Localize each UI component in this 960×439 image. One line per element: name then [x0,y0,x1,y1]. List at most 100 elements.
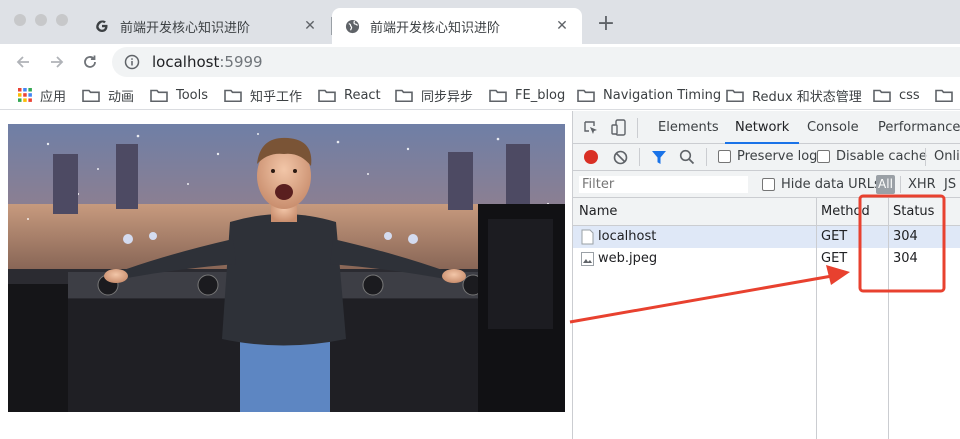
bookmark-folder[interactable]: React [318,86,381,104]
toolbar-divider [639,148,640,166]
throttling-select[interactable]: Onlin [934,149,960,164]
devtools-tabbar: Elements Network Console Performance [573,111,960,144]
bookmark-folder[interactable]: Navigation Timing [577,86,721,104]
folder-icon [82,88,100,103]
tab-performance[interactable]: Performance [878,111,960,144]
search-icon[interactable] [679,149,695,165]
window-zoom-dot[interactable] [56,14,68,26]
browser-tab-2[interactable]: 前端开发核心知识进阶 ✕ [332,8,582,44]
globe-icon [344,18,360,34]
request-name: localhost [598,229,657,244]
request-name: web.jpeg [598,251,658,266]
bookmark-folder[interactable]: 动画 [82,86,135,105]
filter-icon[interactable] [651,150,667,165]
page-content [0,111,572,439]
google-g-icon [94,18,110,34]
window-minimize-dot[interactable] [35,14,47,26]
tab-title: 前端开发核心知识进阶 [370,20,501,36]
toolbar-divider [706,148,707,166]
bookmark-label: 应用 [40,89,67,105]
tab-elements[interactable]: Elements [658,111,719,144]
bookmark-label: Navigation Timing [603,87,722,103]
devtools-panel: Elements Network Console Performance Pre… [572,111,960,439]
reload-button[interactable] [78,50,102,74]
bookmark-label: React [344,87,381,103]
toolbar-divider [900,176,901,193]
preserve-log-checkbox[interactable] [718,150,731,163]
filter-xhr-button[interactable]: XHR [908,177,936,192]
folder-icon [935,88,953,103]
column-method[interactable]: Method [821,198,870,226]
tab-console[interactable]: Console [807,111,859,144]
bookmark-folder[interactable]: 同步异步 [395,86,474,105]
browser-tab-1[interactable]: 前端开发核心知识进阶 ✕ [82,8,330,44]
network-toolbar: Preserve log Disable cache Onlin [573,144,960,171]
column-divider [888,198,889,439]
tab-close-button[interactable]: ✕ [554,18,570,34]
new-tab-button[interactable]: + [594,13,618,37]
request-method: GET [821,251,848,266]
tab-title: 前端开发核心知识进阶 [120,20,251,36]
request-status: 304 [893,229,918,244]
filter-input[interactable] [578,175,749,194]
bookmark-folder[interactable]: Redux 和状态管理 [726,86,862,105]
table-row[interactable]: localhost GET 304 [573,226,960,248]
folder-icon [224,88,242,103]
inspect-element-icon[interactable] [583,120,599,136]
browser-toolbar: localhost:5999 [0,44,960,80]
tab-close-button[interactable]: ✕ [302,18,318,34]
forward-button[interactable] [45,50,69,74]
image-file-icon [581,252,594,266]
bookmark-folder[interactable]: Tools [150,86,208,104]
column-divider [816,198,817,439]
folder-icon [395,88,413,103]
back-button[interactable] [11,50,35,74]
address-host: localhost [152,53,220,71]
bookmark-folder[interactable]: css [873,86,920,104]
tab-strip: 前端开发核心知识进阶 ✕ 前端开发核心知识进阶 ✕ + [0,0,960,44]
request-status: 304 [893,251,918,266]
network-table-header: Name Method Status [573,198,960,226]
hide-data-urls-label: Hide data URLs [781,177,881,192]
toolbar-divider [637,118,638,138]
reload-icon [84,55,96,68]
bookmark-label: FE_blog [515,87,566,103]
hide-data-urls-checkbox[interactable] [762,178,775,191]
bookmark-label: 动画 [108,89,135,105]
arrow-left-icon [16,56,29,68]
bookmark-folder[interactable] [935,86,960,104]
disable-cache-checkbox[interactable] [817,150,830,163]
bookmark-label: Tools [176,87,209,103]
table-row[interactable]: web.jpeg GET 304 [573,248,960,270]
folder-icon [726,88,744,103]
address-bar[interactable]: localhost:5999 [112,47,960,77]
tab-network[interactable]: Network [725,111,800,144]
info-icon[interactable] [124,54,140,70]
folder-icon [873,88,891,103]
record-icon[interactable] [584,150,598,164]
device-toolbar-icon[interactable] [611,119,627,137]
bookmark-apps[interactable]: 应用 [17,86,67,105]
window-close-dot[interactable] [14,14,26,26]
bookmark-label: css [899,87,920,103]
bookmark-label: 知乎工作 [250,89,303,105]
bookmark-label: Redux 和状态管理 [752,89,862,105]
apps-grid-icon [18,88,32,102]
request-method: GET [821,229,848,244]
preserve-log-label: Preserve log [737,149,818,164]
column-status[interactable]: Status [893,198,934,226]
network-filter-bar: Hide data URLs All XHR JS [573,171,960,198]
folder-icon [577,88,595,103]
folder-icon [318,88,336,103]
bookmark-folder[interactable]: 知乎工作 [224,86,303,105]
clear-icon[interactable] [613,150,628,165]
filter-js-button[interactable]: JS [944,177,956,192]
bookmarks-bar: 应用 动画 Tools 知乎工作 React 同步异步 FE_blog Navi… [0,80,960,110]
column-name[interactable]: Name [579,198,617,226]
disable-cache-label: Disable cache [836,149,927,164]
filter-all-button[interactable]: All [876,175,895,194]
folder-icon [489,88,507,103]
bookmark-folder[interactable]: FE_blog [489,86,565,104]
toolbar-divider [925,148,926,166]
bookmark-label: 同步异步 [421,89,474,105]
